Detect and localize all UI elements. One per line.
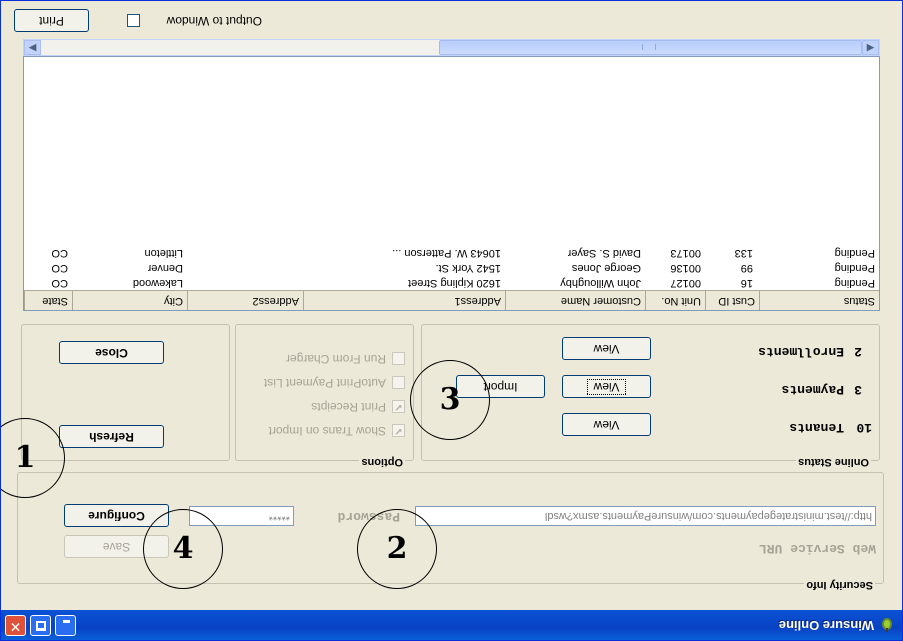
close-icon: ✕ — [9, 618, 22, 634]
enrollments-label: Enrollments — [758, 344, 844, 359]
grid-horizontal-scrollbar[interactable]: ◀ ▶ — [23, 39, 880, 56]
app-icon — [882, 618, 892, 632]
col-address2[interactable]: Address2 — [187, 291, 303, 310]
checkmark-icon: ✔ — [394, 401, 403, 412]
scrollbar-thumb[interactable] — [439, 40, 862, 55]
window-title: Winsure Online — [778, 618, 874, 633]
print-button[interactable]: Print — [14, 9, 89, 32]
cell-status: Pending — [834, 277, 875, 289]
table-row[interactable]: Pending 99 00136 George Jones 1542 York … — [24, 260, 879, 275]
autoprint-payment-list-checkbox[interactable] — [392, 376, 405, 389]
cell-address1: 10643 W. Patterson ... — [392, 247, 501, 259]
scrollbar-grip — [642, 44, 656, 50]
cell-city: Littleton — [144, 247, 183, 259]
options-group: Options — [235, 324, 414, 468]
col-status[interactable]: Status — [759, 291, 879, 310]
cell-cust-id: 133 — [734, 247, 753, 259]
cell-address1: 1620 Kipling Street — [408, 277, 501, 289]
run-from-charger-label: Run From Charger — [285, 352, 386, 366]
cell-address1: 1542 York St. — [435, 262, 501, 274]
tenants-count: 10 — [856, 420, 872, 435]
scroll-left-icon[interactable]: ◀ — [862, 40, 879, 55]
show-trans-on-import-checkbox[interactable]: ✔ — [392, 424, 405, 437]
cell-unit-no: 00173 — [670, 247, 701, 259]
output-to-window-checkbox[interactable] — [127, 14, 140, 27]
minimize-button[interactable] — [55, 615, 76, 636]
tenants-label: Tenants — [789, 420, 844, 435]
close-button[interactable]: Close — [59, 341, 164, 364]
scroll-right-icon[interactable]: ▶ — [24, 40, 41, 55]
security-info-legend: Security Info — [804, 579, 875, 591]
output-to-window-label: Output to Window — [166, 14, 262, 28]
col-state[interactable]: State — [24, 291, 72, 310]
print-receipts-label: Print Receipts — [311, 400, 386, 414]
run-from-charger-checkbox[interactable] — [392, 352, 405, 365]
cell-state: CO — [51, 277, 69, 289]
title-bar[interactable]: Winsure Online ✕ — [1, 610, 902, 640]
cell-customer-name: George Jones — [571, 262, 641, 274]
annotation-circle-4: 4 — [143, 509, 223, 589]
maximize-icon — [31, 616, 50, 635]
autoprint-payment-list-label: AutoPrint Payment List — [263, 376, 386, 390]
table-row[interactable]: Pending 16 00127 John Willoughby 1620 Ki… — [24, 275, 879, 290]
col-cust-id[interactable]: Cust ID — [705, 291, 759, 310]
refresh-button[interactable]: Refresh — [59, 425, 164, 448]
cell-status: Pending — [834, 247, 875, 259]
col-unit-no[interactable]: Unit No. — [645, 291, 705, 310]
cell-state: CO — [51, 262, 69, 274]
web-service-url-field[interactable]: http://test.ministrategepayments.com/win… — [415, 506, 876, 526]
payments-count: 3 — [854, 382, 862, 397]
view-tenants-button[interactable]: View — [562, 413, 651, 436]
view-payments-button[interactable]: View — [562, 375, 651, 398]
checkmark-icon: ✔ — [394, 425, 403, 436]
close-window-button[interactable]: ✕ — [5, 615, 26, 636]
online-status-legend: Online Status — [796, 456, 871, 468]
cell-customer-name: David S. Sayer — [567, 247, 641, 259]
cell-state: CO — [51, 247, 69, 259]
annotation-circle-3: 3 — [410, 360, 490, 440]
cell-unit-no: 00136 — [670, 262, 701, 274]
cell-unit-no: 00127 — [670, 277, 701, 289]
cell-city: Denver — [147, 262, 183, 274]
show-trans-on-import-label: Show Trans on Import — [268, 424, 386, 438]
cell-cust-id: 16 — [740, 277, 753, 289]
col-address1[interactable]: Address1 — [303, 291, 505, 310]
cell-customer-name: John Willoughby — [560, 277, 641, 289]
app-window: Winsure Online ✕ Security Info Web Servi… — [0, 0, 903, 641]
cell-cust-id: 99 — [740, 262, 753, 274]
annotation-circle-2: 2 — [357, 509, 437, 589]
payments-label: Payments — [781, 382, 844, 397]
table-row[interactable]: Pending 133 00173 David S. Sayer 10643 W… — [24, 245, 879, 260]
col-customer-name[interactable]: Customer Name — [505, 291, 645, 310]
cell-city: Lakewood — [132, 277, 183, 289]
print-receipts-checkbox[interactable]: ✔ — [392, 400, 405, 413]
payments-grid[interactable]: Status Cust ID Unit No. Customer Name Ad… — [23, 56, 880, 311]
maximize-button[interactable] — [30, 615, 51, 636]
grid-header: Status Cust ID Unit No. Customer Name Ad… — [24, 290, 879, 310]
web-service-url-label: Web Service URL — [758, 541, 876, 556]
cell-status: Pending — [834, 262, 875, 274]
enrollments-count: 2 — [854, 344, 862, 359]
col-city[interactable]: City — [72, 291, 187, 310]
options-legend: Options — [359, 456, 405, 468]
annotation-circle-1: 1 — [0, 418, 65, 498]
minimize-icon — [56, 616, 75, 635]
view-enrollments-button[interactable]: View — [562, 337, 651, 360]
